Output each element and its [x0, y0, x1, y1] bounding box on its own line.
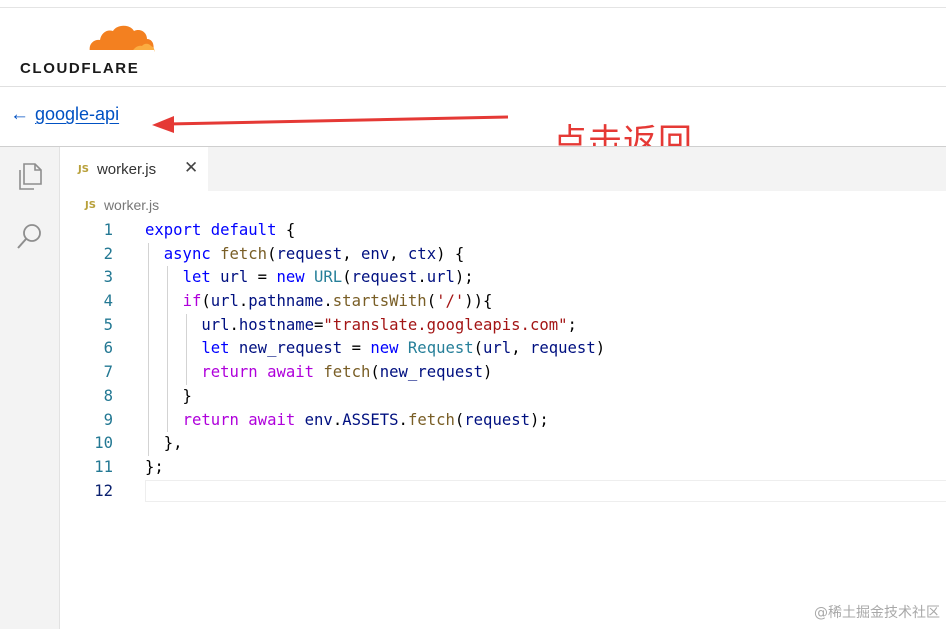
cloud-icon — [88, 25, 155, 53]
code-line[interactable]: 1 export default { — [60, 219, 946, 243]
arrow-left-icon: ← — [10, 103, 29, 125]
js-file-icon: JS — [85, 199, 96, 211]
annotation-arrow — [152, 115, 509, 133]
code-text: }; — [145, 457, 164, 476]
line-number: 3 — [103, 268, 113, 287]
code-text: export default { — [145, 221, 296, 239]
code-text: return await fetch(new_request) — [201, 363, 493, 382]
breadcrumb[interactable]: JS worker.js — [85, 197, 159, 213]
tab-label: worker.js — [96, 160, 157, 178]
current-line-highlight — [145, 479, 946, 502]
code-line[interactable]: 5 url.hostname="translate.googleapis.com… — [60, 313, 946, 338]
code-text: async fetch(request, env, ctx) { — [163, 244, 465, 263]
line-number: 11 — [94, 457, 113, 476]
code-line[interactable]: 7 return await fetch(new_request) — [60, 361, 946, 385]
code-text: } — [145, 386, 192, 405]
code-editor: JS worker.js ✕ JS worker.js 1 export defa… — [0, 146, 946, 629]
cloudflare-logo[interactable]: CLOUDFLARE — [20, 22, 160, 78]
line-number: 4 — [103, 292, 113, 311]
code-line[interactable]: 11}; — [60, 456, 946, 480]
code-line[interactable]: 10 }, — [60, 432, 946, 456]
line-number: 12 — [94, 481, 113, 500]
code-line[interactable]: 6 let new_request = new Request(url, req… — [60, 337, 946, 362]
js-file-icon: JS — [78, 163, 89, 175]
watermark: @稀土掘金技术社区 — [814, 605, 940, 621]
line-number: 9 — [103, 410, 113, 429]
code-text: }, — [145, 434, 183, 453]
logo-wordmark: CLOUDFLARE — [20, 60, 140, 77]
code-text: url.hostname="translate.googleapis.com"; — [201, 315, 577, 334]
code-line[interactable]: 8 } — [60, 384, 946, 409]
code-line[interactable]: 2 async fetch(request, env, ctx) { — [60, 242, 946, 267]
line-number: 2 — [103, 244, 113, 263]
tab-bar: JS worker.js ✕ — [60, 147, 946, 191]
code-text: let url = new URL(request.url); — [182, 268, 474, 287]
code-line[interactable]: 9 return await env.ASSETS.fetch(request)… — [60, 408, 946, 433]
code-area[interactable]: 1 export default { 2 async fetch(request, … — [60, 219, 946, 503]
code-text: return await env.ASSETS.fetch(request); — [182, 410, 549, 429]
breadcrumb-filename: worker.js — [103, 197, 160, 213]
line-number: 1 — [103, 221, 113, 239]
close-icon[interactable]: ✕ — [184, 159, 198, 177]
line-number: 6 — [103, 339, 113, 358]
files-icon[interactable] — [14, 161, 46, 193]
code-text: let new_request = new Request(url, reque… — [201, 339, 606, 358]
line-number: 5 — [103, 315, 113, 334]
tab-worker-js[interactable]: JS worker.js ✕ — [60, 147, 208, 191]
line-number: 8 — [103, 386, 113, 405]
activity-bar — [0, 147, 60, 629]
code-line[interactable]: 4 if(url.pathname.startsWith('/')){ — [60, 290, 946, 314]
line-number: 7 — [103, 363, 113, 382]
header: CLOUDFLARE — [0, 8, 946, 87]
back-link-label: google-api — [35, 104, 120, 124]
back-link[interactable]: ← google-api — [10, 104, 119, 125]
code-text: if(url.pathname.startsWith('/')){ — [182, 292, 493, 311]
search-icon[interactable] — [14, 221, 46, 253]
code-line[interactable]: 12 — [60, 479, 946, 504]
line-number: 10 — [94, 434, 113, 453]
code-line[interactable]: 3 let url = new URL(request.url); — [60, 266, 946, 291]
